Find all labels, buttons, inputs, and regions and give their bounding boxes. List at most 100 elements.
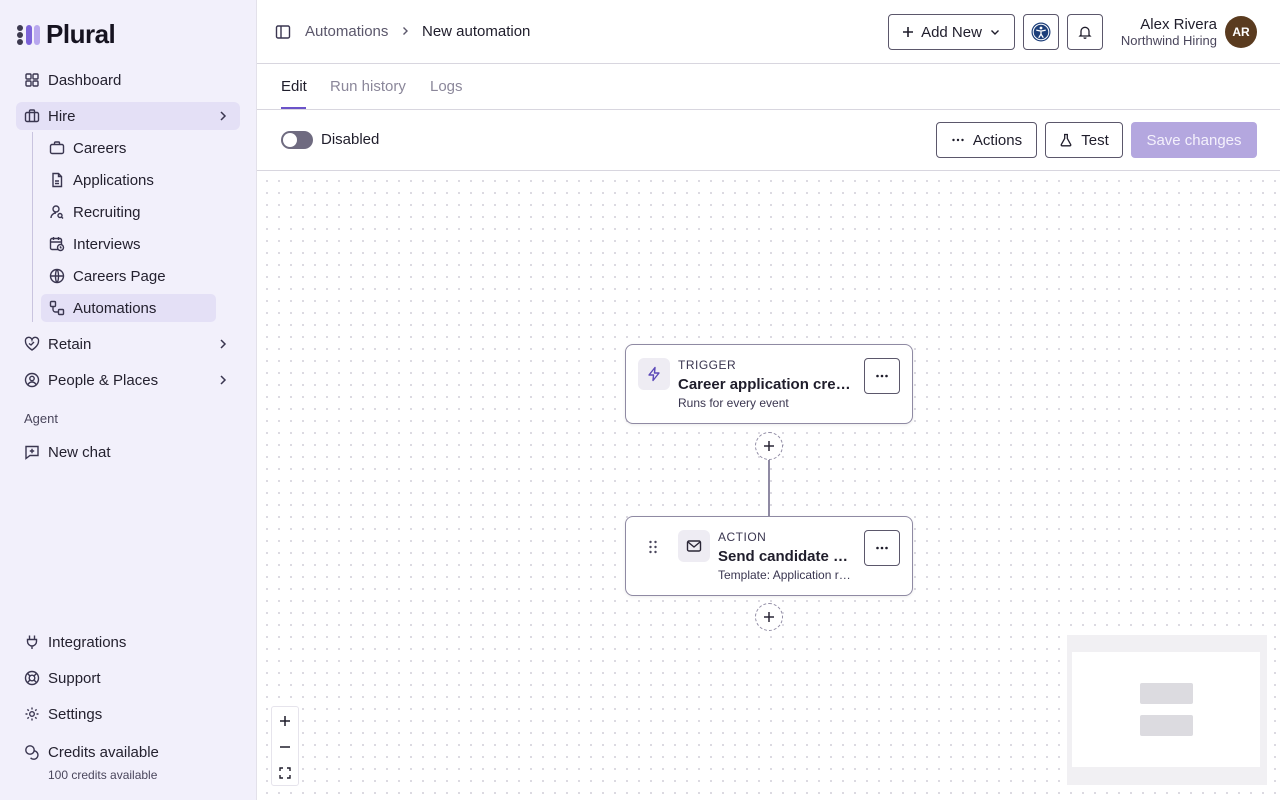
actions-button[interactable]: Actions bbox=[936, 122, 1037, 158]
briefcase-icon bbox=[49, 141, 65, 155]
sidebar-item-integrations[interactable]: Integrations bbox=[16, 628, 240, 656]
notifications-button[interactable] bbox=[1067, 14, 1103, 50]
plus-icon bbox=[903, 27, 914, 37]
avatar[interactable]: AR bbox=[1225, 16, 1257, 48]
lifebuoy-icon bbox=[24, 670, 40, 686]
add-new-button[interactable]: Add New bbox=[888, 14, 1015, 50]
chevron-right-icon bbox=[403, 27, 408, 35]
trigger-icon-box bbox=[638, 358, 670, 390]
zoom-in-button[interactable] bbox=[272, 708, 298, 734]
flow-canvas[interactable]: TRIGGER Career application created Runs … bbox=[257, 171, 1280, 800]
top-bar: Automations New automation Add New Alex … bbox=[257, 0, 1280, 64]
sidebar-item-retain[interactable]: Retain bbox=[16, 330, 240, 358]
active-tab-indicator bbox=[281, 107, 306, 109]
sidebar-item-careers-page[interactable]: Careers Page bbox=[41, 262, 216, 290]
fit-view-button[interactable] bbox=[272, 760, 298, 786]
trigger-menu-button[interactable] bbox=[864, 358, 900, 394]
save-changes-button[interactable]: Save changes bbox=[1131, 122, 1257, 158]
add-step-button[interactable] bbox=[755, 432, 783, 460]
sidebar-item-credits[interactable]: Credits available bbox=[16, 738, 240, 766]
zoom-controls bbox=[271, 706, 299, 786]
sidebar-item-label: Credits available bbox=[48, 743, 159, 761]
plus-icon bbox=[764, 441, 774, 451]
minimap-node bbox=[1140, 683, 1193, 704]
add-new-label: Add New bbox=[921, 23, 982, 41]
node-title: Send candidate email bbox=[718, 548, 856, 565]
section-label-agent: Agent bbox=[24, 411, 58, 426]
sidebar-item-hire[interactable]: Hire bbox=[16, 102, 240, 130]
sidebar-item-dashboard[interactable]: Dashboard bbox=[16, 66, 240, 94]
sidebar-item-support[interactable]: Support bbox=[16, 664, 240, 692]
sidebar: Plural Dashboard Hire Careers Applicatio… bbox=[0, 0, 256, 800]
main-panel: Automations New automation Add New Alex … bbox=[256, 0, 1280, 800]
tab-edit[interactable]: Edit bbox=[281, 78, 307, 95]
app-logo[interactable]: Plural bbox=[16, 19, 116, 50]
accessibility-button[interactable] bbox=[1023, 14, 1059, 50]
add-step-button[interactable] bbox=[755, 603, 783, 631]
minimap-node bbox=[1140, 715, 1193, 736]
node-subtitle: Template: Application received bbox=[718, 568, 856, 582]
user-org: Northwind Hiring bbox=[1120, 33, 1217, 48]
bell-icon bbox=[1078, 26, 1092, 39]
app-name: Plural bbox=[46, 19, 116, 49]
user-search-icon bbox=[50, 205, 64, 219]
sidebar-item-label: Settings bbox=[48, 705, 103, 723]
plus-icon bbox=[280, 716, 290, 726]
test-label: Test bbox=[1081, 131, 1109, 149]
tab-logs[interactable]: Logs bbox=[430, 78, 463, 95]
sidebar-item-automations[interactable]: Automations bbox=[41, 294, 216, 322]
user-name: Alex Rivera bbox=[1140, 16, 1217, 33]
sidebar-item-careers[interactable]: Careers bbox=[41, 134, 216, 162]
toggle-knob bbox=[283, 133, 297, 147]
chevron-right-icon bbox=[220, 375, 227, 385]
tab-run-history[interactable]: Run history bbox=[330, 78, 406, 95]
plus-icon bbox=[764, 612, 774, 622]
sidebar-item-people-places[interactable]: People & Places bbox=[16, 366, 240, 394]
sidebar-item-label: Integrations bbox=[48, 633, 127, 651]
plug-icon bbox=[26, 635, 38, 649]
sidebar-item-label: Interviews bbox=[73, 235, 141, 253]
fit-view-icon bbox=[279, 767, 291, 779]
globe-icon bbox=[49, 268, 65, 284]
sidebar-item-label: Applications bbox=[73, 171, 154, 189]
breadcrumb-automations[interactable]: Automations bbox=[305, 23, 388, 40]
sidebar-item-recruiting[interactable]: Recruiting bbox=[41, 198, 216, 226]
sidebar-item-label: Hire bbox=[48, 107, 76, 125]
sidebar-item-label: Careers bbox=[73, 139, 127, 157]
accessibility-icon bbox=[1031, 22, 1051, 42]
plural-logo-icon bbox=[17, 24, 40, 45]
user-circle-icon bbox=[24, 372, 40, 388]
drag-handle-icon[interactable] bbox=[648, 539, 658, 555]
sidebar-item-label: Retain bbox=[48, 335, 92, 353]
more-horizontal-icon bbox=[952, 138, 964, 142]
flask-icon bbox=[1060, 133, 1072, 147]
minimap[interactable] bbox=[1067, 635, 1267, 785]
more-horizontal-icon bbox=[876, 374, 888, 378]
lightning-icon bbox=[648, 366, 660, 382]
sidebar-toggle-icon[interactable] bbox=[275, 24, 291, 40]
heart-handshake-icon bbox=[24, 336, 40, 351]
enable-toggle[interactable] bbox=[281, 131, 313, 149]
action-node[interactable]: ACTION Send candidate email Template: Ap… bbox=[625, 516, 913, 596]
action-menu-button[interactable] bbox=[864, 530, 900, 566]
node-kind-label: TRIGGER bbox=[678, 358, 737, 372]
node-title: Career application created bbox=[678, 376, 856, 393]
test-button[interactable]: Test bbox=[1045, 122, 1123, 158]
zoom-out-button[interactable] bbox=[272, 734, 298, 760]
sidebar-item-label: People & Places bbox=[48, 371, 159, 389]
action-icon-box bbox=[678, 530, 710, 562]
calendar-clock-icon bbox=[49, 237, 65, 252]
trigger-node[interactable]: TRIGGER Career application created Runs … bbox=[625, 344, 913, 424]
mail-icon bbox=[686, 540, 702, 552]
flow-edge bbox=[768, 460, 770, 516]
sidebar-item-interviews[interactable]: Interviews bbox=[41, 230, 216, 258]
node-subtitle: Runs for every event bbox=[678, 396, 789, 410]
gear-icon bbox=[25, 707, 39, 721]
sidebar-item-label: Automations bbox=[73, 299, 157, 317]
dashboard-icon bbox=[25, 73, 39, 87]
chevron-right-icon bbox=[220, 339, 227, 349]
sidebar-item-settings[interactable]: Settings bbox=[16, 700, 240, 728]
breadcrumb-current: New automation bbox=[422, 23, 531, 40]
sidebar-item-new-chat[interactable]: New chat bbox=[16, 438, 240, 466]
sidebar-item-applications[interactable]: Applications bbox=[41, 166, 216, 194]
